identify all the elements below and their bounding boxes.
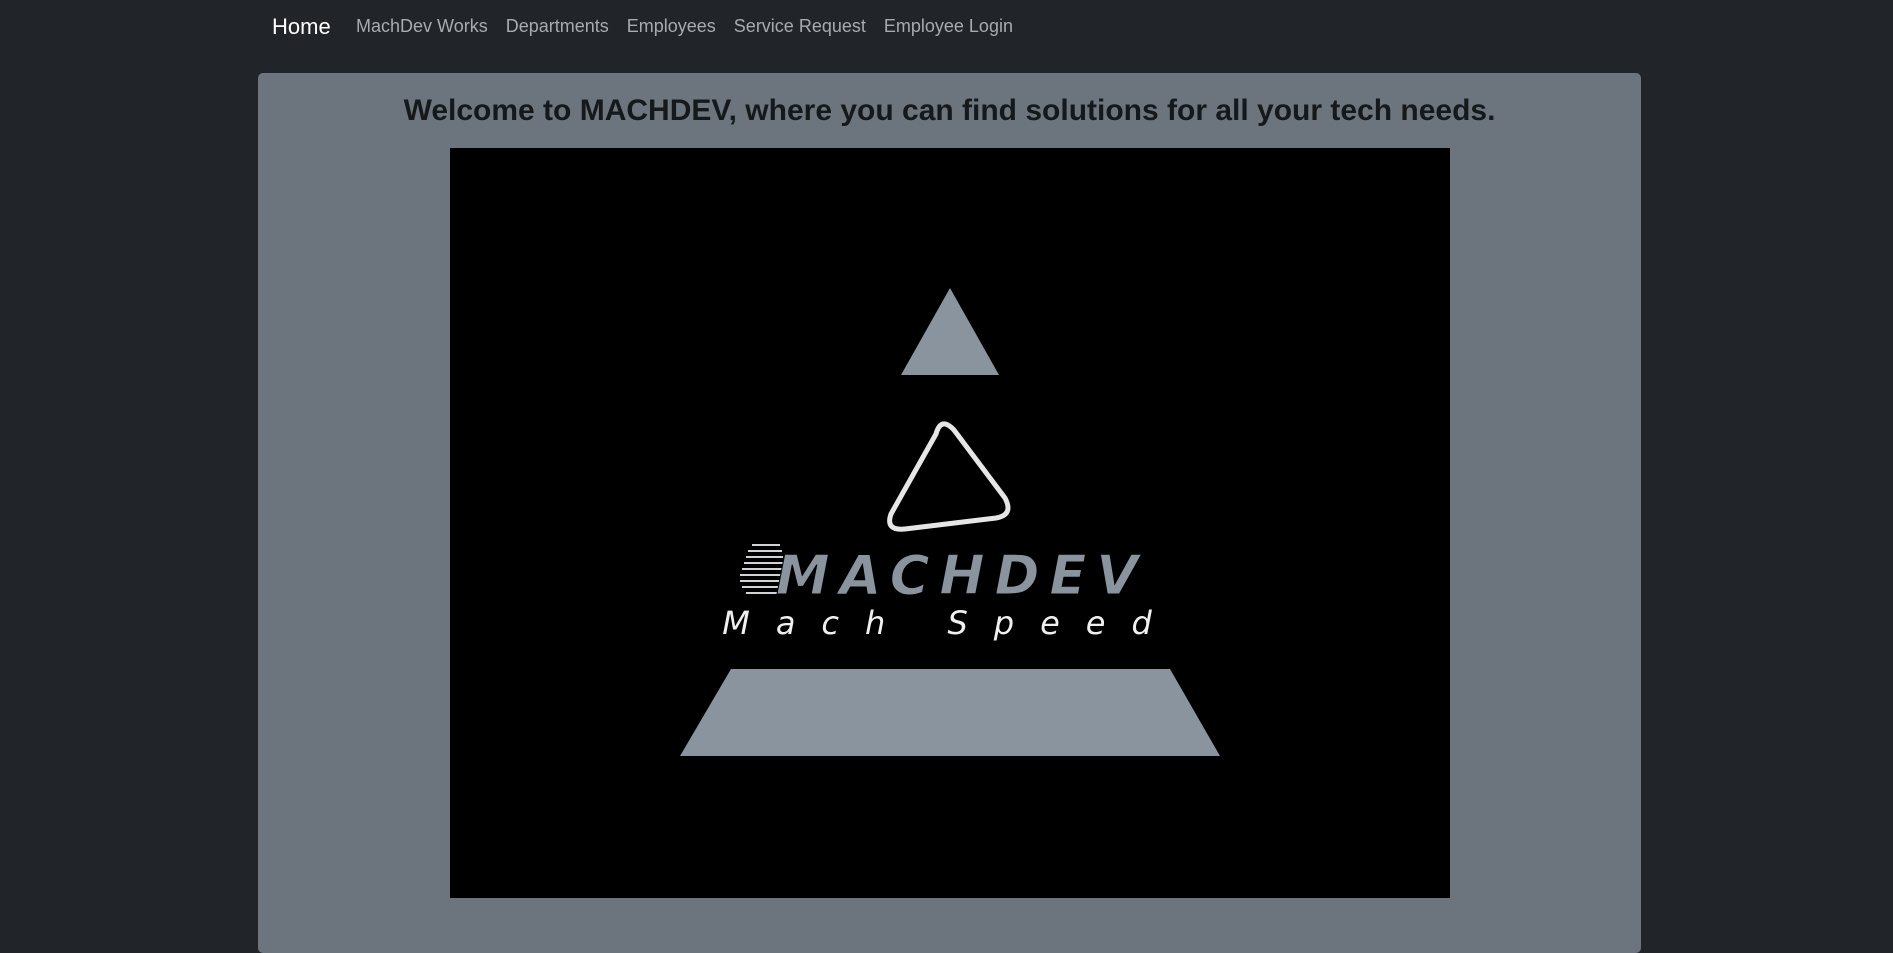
nav-link-employees[interactable]: Employees bbox=[627, 14, 716, 38]
machdev-logo-image: MACHDEV Mach Speed bbox=[450, 148, 1450, 898]
nav-link-employee-login[interactable]: Employee Login bbox=[884, 14, 1013, 38]
nav-link-service-request[interactable]: Service Request bbox=[734, 14, 866, 38]
logo-wordmark: MACHDEV bbox=[776, 544, 1148, 607]
logo-bottom-trapezoid bbox=[680, 669, 1220, 756]
logo-top-triangle bbox=[901, 288, 999, 375]
nav-links: MachDev Works Departments Employees Serv… bbox=[356, 14, 1013, 38]
nav-link-machdev-works[interactable]: MachDev Works bbox=[356, 14, 488, 38]
top-navbar: Home MachDev Works Departments Employees… bbox=[0, 0, 1893, 52]
logo-outline-triangle-icon bbox=[887, 421, 1011, 532]
nav-link-departments[interactable]: Departments bbox=[506, 14, 609, 38]
welcome-card: Welcome to MACHDEV, where you can find s… bbox=[258, 73, 1641, 953]
nav-home-link[interactable]: Home bbox=[272, 13, 331, 41]
welcome-heading: Welcome to MACHDEV, where you can find s… bbox=[403, 94, 1496, 127]
logo-tagline: Mach Speed bbox=[722, 604, 1178, 642]
